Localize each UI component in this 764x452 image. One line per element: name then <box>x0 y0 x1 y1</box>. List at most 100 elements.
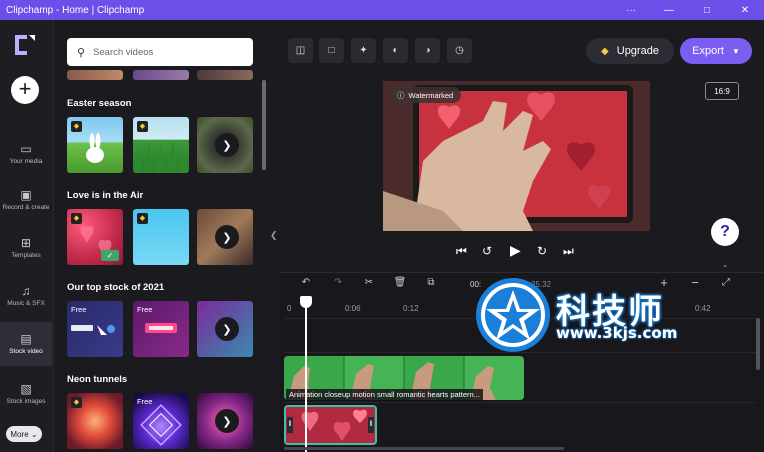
more-button[interactable]: More ⌄ <box>6 426 42 442</box>
crop-button[interactable]: □ <box>319 38 344 63</box>
upgrade-label: Upgrade <box>616 45 659 57</box>
export-label: Export <box>692 45 724 57</box>
fit-timeline-icon[interactable]: ⤢ <box>716 277 736 293</box>
panel-scrollbar[interactable] <box>262 80 266 170</box>
video-thumbnail-hearts[interactable]: ◆ ✓ <box>67 209 123 265</box>
rail-item-record-create[interactable]: ▣ Record & create <box>0 178 52 222</box>
minimize-button[interactable]: — <box>650 0 688 20</box>
export-button[interactable]: Export ▼ <box>680 38 752 64</box>
rail-item-label: Music & SFX <box>7 300 45 307</box>
title-bar: Clipchamp - Home | Clipchamp ··· — □ ✕ <box>0 0 764 20</box>
video-thumbnail-easter-bunny[interactable]: ◆ <box>67 117 123 173</box>
preview-frame <box>383 81 650 231</box>
video-thumbnail-more[interactable]: ❯ <box>197 117 253 173</box>
collapse-panel-icon[interactable]: ❮ <box>270 230 280 248</box>
video-thumbnail-easter-grass[interactable]: ◆ <box>133 117 189 173</box>
timeline-vertical-scrollbar[interactable] <box>756 318 760 370</box>
image-icon: ▧ <box>20 382 32 396</box>
forward-5s-icon[interactable]: ↻ <box>537 244 547 258</box>
rail-item-music-sfx[interactable]: ♫ Music & SFX <box>0 274 52 318</box>
filters-button[interactable]: ◑ <box>415 38 440 63</box>
clip-title: Animation closeup motion small romantic … <box>286 389 483 401</box>
create-new-plus-icon[interactable]: + <box>11 76 39 104</box>
help-button[interactable]: ? <box>711 218 739 246</box>
rail-item-label: Stock images <box>6 398 46 405</box>
diamond-icon: ◆ <box>601 45 609 57</box>
folder-icon: ▭ <box>20 142 32 156</box>
section-title-top-stock: Our top stock of 2021 <box>67 282 165 293</box>
section-title-love: Love is in the Air <box>67 190 144 201</box>
video-thumbnail[interactable] <box>133 70 189 80</box>
rail-item-stock-images[interactable]: ▧ Stock images <box>0 372 52 416</box>
crop-layout-button[interactable]: ◫ <box>288 38 313 63</box>
video-thumbnail-neon-1[interactable]: ◆ <box>67 393 123 449</box>
upgrade-button[interactable]: ◆ Upgrade <box>586 38 674 64</box>
video-thumbnail-more[interactable]: ❯ <box>197 209 253 265</box>
left-rail: + ▭ Your media ▣ Record & create ⊞ Templ… <box>0 20 54 452</box>
skip-back-icon[interactable]: ⏮ <box>456 244 467 259</box>
added-check-icon: ✓ <box>101 250 119 261</box>
skip-forward-icon[interactable]: ⏭ <box>563 244 574 259</box>
rail-item-stock-video[interactable]: ▤ Stock video <box>0 322 52 366</box>
play-icon[interactable]: ▶ <box>510 242 521 259</box>
chevron-right-icon[interactable]: ❯ <box>215 409 239 433</box>
scissors-icon[interactable]: ✂ <box>359 277 379 293</box>
info-icon: ⓘ <box>397 90 405 100</box>
stock-video-panel: ⚲ Search videos Easter season ◆ ◆ ❯ Love… <box>54 20 270 452</box>
selected-clip[interactable]: ‖ ‖ <box>284 405 377 445</box>
premium-gem-icon: ◆ <box>137 213 148 224</box>
premium-gem-icon: ◆ <box>71 121 82 132</box>
playhead[interactable] <box>305 300 307 452</box>
video-thumbnail-sky[interactable]: ◆ <box>133 209 189 265</box>
templates-icon: ⊞ <box>20 236 32 250</box>
trim-handle-left[interactable]: ‖ <box>287 417 293 433</box>
premium-gem-icon: ◆ <box>71 397 82 408</box>
timeline-horizontal-scrollbar[interactable] <box>284 447 564 450</box>
ruler-tick-label: 0:12 <box>403 304 419 313</box>
rail-item-templates[interactable]: ⊞ Templates <box>0 226 52 270</box>
crop-icon: □ <box>328 45 335 56</box>
video-preview[interactable]: ⓘ Watermarked <box>383 81 650 231</box>
video-thumbnail-neon-2[interactable]: Free <box>133 393 189 449</box>
rewind-5s-icon[interactable]: ↺ <box>482 244 492 258</box>
premium-gem-icon: ◆ <box>137 121 148 132</box>
maximize-button[interactable]: □ <box>688 0 726 20</box>
speed-button[interactable]: ◷ <box>447 38 472 63</box>
rail-item-label: Stock video <box>9 348 43 355</box>
playhead-handle[interactable] <box>300 296 312 308</box>
chevron-right-icon[interactable]: ❯ <box>215 133 239 157</box>
video-thumbnail-free-2[interactable]: Free <box>133 301 189 357</box>
watermarked-tag: ⓘ Watermarked <box>389 87 462 103</box>
aspect-ratio-button[interactable]: 16:9 <box>705 82 739 100</box>
video-thumbnail-free-1[interactable]: Free <box>67 301 123 357</box>
duplicate-icon[interactable]: ⧉ <box>421 277 441 293</box>
close-button[interactable]: ✕ <box>726 0 764 20</box>
chevron-right-icon[interactable]: ❯ <box>215 317 239 341</box>
search-input[interactable]: ⚲ Search videos <box>67 38 253 66</box>
zoom-out-icon[interactable]: − <box>685 275 705 291</box>
delete-icon[interactable]: 🗑 <box>390 277 410 293</box>
rail-item-your-media[interactable]: ▭ Your media <box>0 132 52 176</box>
clipchamp-logo-icon[interactable] <box>12 32 38 58</box>
rail-item-label: Record & create <box>2 204 50 211</box>
undo-icon[interactable]: ↶ <box>296 277 316 293</box>
track-divider <box>284 402 756 403</box>
video-thumbnail-more[interactable]: ❯ <box>197 301 253 357</box>
free-label: Free <box>137 305 153 314</box>
site-watermark-logo <box>476 278 550 352</box>
filter-icon: ◑ <box>424 45 431 56</box>
contrast-button[interactable]: ◐ <box>383 38 408 63</box>
rail-item-label: Your media <box>9 158 43 165</box>
redo-icon[interactable]: ↷ <box>328 277 348 293</box>
trim-handle-right[interactable]: ‖ <box>368 417 374 433</box>
video-thumbnail-more[interactable]: ❯ <box>197 393 253 449</box>
section-title-easter: Easter season <box>67 98 132 109</box>
chevron-down-icon[interactable]: ⌄ <box>712 261 738 271</box>
layout-icon: ◫ <box>295 45 306 56</box>
chevron-right-icon[interactable]: ❯ <box>215 225 239 249</box>
video-thumbnail[interactable] <box>67 70 123 80</box>
video-thumbnail[interactable] <box>197 70 253 80</box>
magic-button[interactable]: ✦ <box>351 38 376 63</box>
more-options-button[interactable]: ··· <box>612 0 650 20</box>
contrast-icon: ◐ <box>392 45 399 56</box>
